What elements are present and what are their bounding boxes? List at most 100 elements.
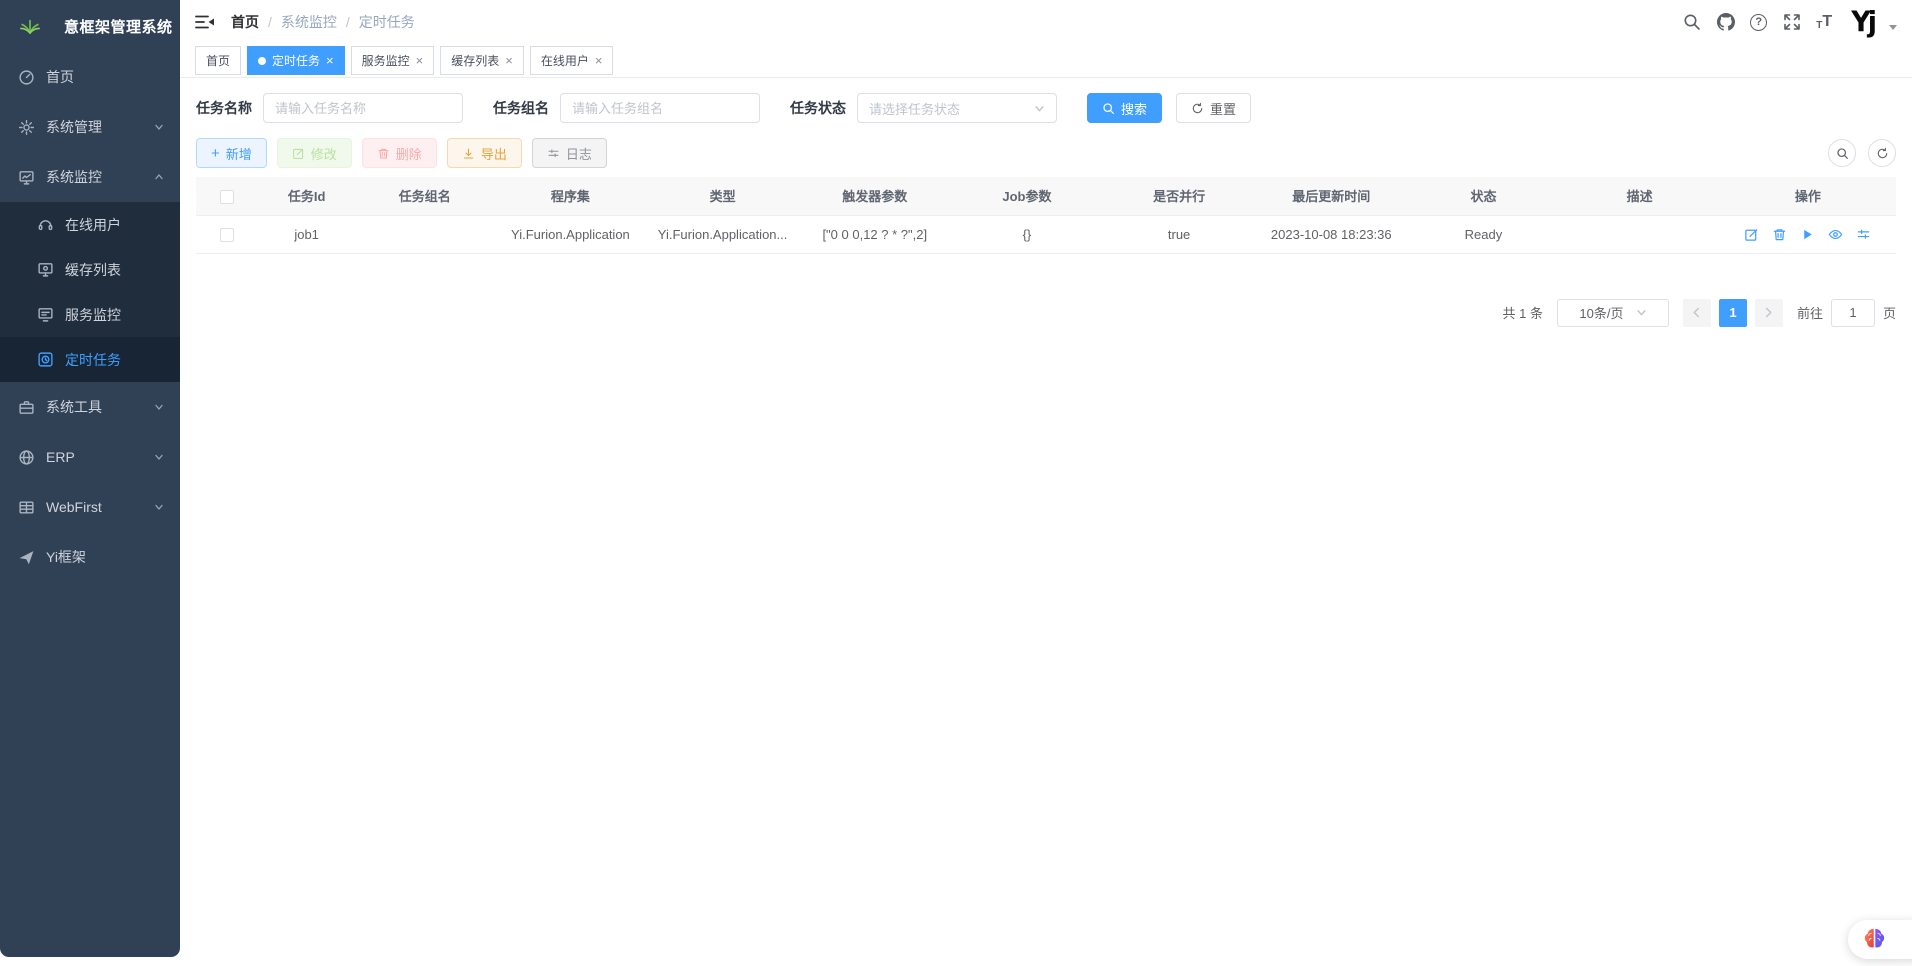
- task-status-label: 任务状态: [790, 98, 846, 118]
- grid-icon: [18, 499, 35, 516]
- export-button[interactable]: 导出: [447, 138, 522, 168]
- prev-page-button[interactable]: [1683, 299, 1711, 327]
- sidebar: 意框架管理系统 首页 系统管理 系统监控: [0, 0, 180, 957]
- col-type: 类型: [647, 177, 799, 215]
- chevron-down-icon: [1034, 103, 1045, 114]
- sidebar-item-scheduled-tasks[interactable]: 定时任务: [0, 337, 180, 382]
- chevron-down-icon: [154, 452, 164, 462]
- log-button[interactable]: 日志: [532, 138, 607, 168]
- delete-button[interactable]: 删除: [362, 138, 437, 168]
- cell-status: Ready: [1407, 215, 1559, 253]
- close-icon[interactable]: ×: [416, 54, 424, 67]
- user-avatar-logo[interactable]: Yj: [1851, 6, 1874, 39]
- table-refresh-icon[interactable]: [1868, 139, 1896, 167]
- log-icon[interactable]: [1856, 227, 1871, 242]
- page-size-select[interactable]: 10条/页: [1557, 299, 1669, 327]
- edit-icon[interactable]: [1744, 227, 1759, 242]
- table-toolbar: + 新增 修改 删除 导出 日志: [196, 138, 1896, 168]
- breadcrumb-home[interactable]: 首页: [231, 12, 259, 32]
- breadcrumb-system-monitor[interactable]: 系统监控: [281, 12, 337, 32]
- close-icon[interactable]: ×: [595, 54, 603, 67]
- tasks-table: 任务Id 任务组名 程序集 类型 触发器参数 Job参数 是否并行 最后更新时间…: [196, 177, 1896, 254]
- top-navbar: 首页 / 系统监控 / 定时任务 ? TT Yj: [180, 0, 1912, 44]
- select-all-checkbox[interactable]: [220, 190, 234, 204]
- cell-task-id: job1: [258, 215, 355, 253]
- table-search-toggle-icon[interactable]: [1828, 139, 1856, 167]
- toolbox-icon: [18, 399, 35, 416]
- table-header-row: 任务Id 任务组名 程序集 类型 触发器参数 Job参数 是否并行 最后更新时间…: [196, 177, 1896, 215]
- run-icon[interactable]: [1800, 227, 1815, 242]
- breadcrumb-current: 定时任务: [359, 12, 415, 32]
- sidebar-item-label: 定时任务: [65, 350, 121, 370]
- col-job-params: Job参数: [951, 177, 1103, 215]
- sidebar-item-label: WebFirst: [46, 499, 102, 515]
- tab-label: 服务监控: [362, 52, 410, 69]
- tab-label: 缓存列表: [451, 52, 499, 69]
- github-icon[interactable]: [1716, 13, 1735, 32]
- page-number-button[interactable]: 1: [1719, 299, 1747, 327]
- cell-assembly: Yi.Furion.Application: [494, 215, 646, 253]
- tab-service-monitor[interactable]: 服务监控 ×: [351, 46, 435, 75]
- breadcrumb-separator: /: [346, 14, 350, 30]
- col-assembly: 程序集: [494, 177, 646, 215]
- jumper-prefix: 前往: [1797, 303, 1823, 322]
- search-button[interactable]: 搜索: [1087, 93, 1162, 123]
- caret-down-icon[interactable]: [1889, 25, 1897, 30]
- task-name-input[interactable]: [263, 93, 463, 123]
- task-group-label: 任务组名: [493, 98, 549, 118]
- sidebar-item-yi-framework[interactable]: Yi框架: [0, 532, 180, 582]
- sidebar-item-webfirst[interactable]: WebFirst: [0, 482, 180, 532]
- assistant-floating-button[interactable]: [1848, 920, 1912, 959]
- sidebar-item-label: 首页: [46, 67, 74, 87]
- sidebar-item-erp[interactable]: ERP: [0, 432, 180, 482]
- help-icon[interactable]: ?: [1750, 14, 1767, 31]
- schedule-icon: [37, 351, 54, 368]
- view-icon[interactable]: [1828, 227, 1843, 242]
- cache-monitor-icon: [37, 261, 54, 278]
- add-button-label: 新增: [226, 144, 252, 163]
- sidebar-item-system-monitor[interactable]: 系统监控: [0, 152, 180, 202]
- cell-job-params: {}: [951, 215, 1103, 253]
- task-group-input[interactable]: [560, 93, 760, 123]
- monitor-chart-icon: [18, 169, 35, 186]
- plus-icon: +: [211, 146, 220, 161]
- jumper-input[interactable]: [1831, 299, 1875, 327]
- close-icon[interactable]: ×: [326, 54, 334, 67]
- col-task-group: 任务组名: [355, 177, 494, 215]
- tab-online-users[interactable]: 在线用户 ×: [530, 46, 614, 75]
- tab-cache-list[interactable]: 缓存列表 ×: [440, 46, 524, 75]
- edit-button-label: 修改: [311, 144, 337, 163]
- task-status-select[interactable]: 请选择任务状态: [857, 93, 1057, 123]
- edit-button[interactable]: 修改: [277, 138, 352, 168]
- sidebar-fold-icon[interactable]: [195, 11, 217, 33]
- navbar-actions: ? TT Yj: [1682, 7, 1897, 38]
- app-logo[interactable]: 意框架管理系统: [0, 0, 180, 52]
- sidebar-item-home[interactable]: 首页: [0, 52, 180, 102]
- export-button-label: 导出: [481, 144, 507, 163]
- font-size-icon[interactable]: TT: [1816, 13, 1832, 31]
- gear-icon: [18, 119, 35, 136]
- table-row: job1 Yi.Furion.Application Yi.Furion.App…: [196, 215, 1896, 253]
- task-name-label: 任务名称: [196, 98, 252, 118]
- reset-button[interactable]: 重置: [1176, 93, 1251, 123]
- sidebar-item-cache-list[interactable]: 缓存列表: [0, 247, 180, 292]
- sidebar-item-label: 服务监控: [65, 305, 121, 325]
- reset-button-label: 重置: [1210, 99, 1236, 118]
- row-checkbox[interactable]: [220, 228, 234, 242]
- sidebar-item-system-management[interactable]: 系统管理: [0, 102, 180, 152]
- close-icon[interactable]: ×: [505, 54, 513, 67]
- sidebar-item-online-users[interactable]: 在线用户: [0, 202, 180, 247]
- sidebar-item-system-tools[interactable]: 系统工具: [0, 382, 180, 432]
- fullscreen-icon[interactable]: [1782, 13, 1801, 32]
- sidebar-item-label: 系统工具: [46, 397, 102, 417]
- tab-home[interactable]: 首页: [195, 46, 241, 75]
- tab-label: 在线用户: [541, 52, 589, 69]
- sidebar-item-label: 缓存列表: [65, 260, 121, 280]
- tab-scheduled-tasks[interactable]: 定时任务 ×: [247, 46, 345, 75]
- next-page-button[interactable]: [1755, 299, 1783, 327]
- add-button[interactable]: + 新增: [196, 138, 267, 168]
- log-button-label: 日志: [566, 144, 592, 163]
- sidebar-item-service-monitor[interactable]: 服务监控: [0, 292, 180, 337]
- search-icon[interactable]: [1682, 13, 1701, 32]
- delete-icon[interactable]: [1772, 227, 1787, 242]
